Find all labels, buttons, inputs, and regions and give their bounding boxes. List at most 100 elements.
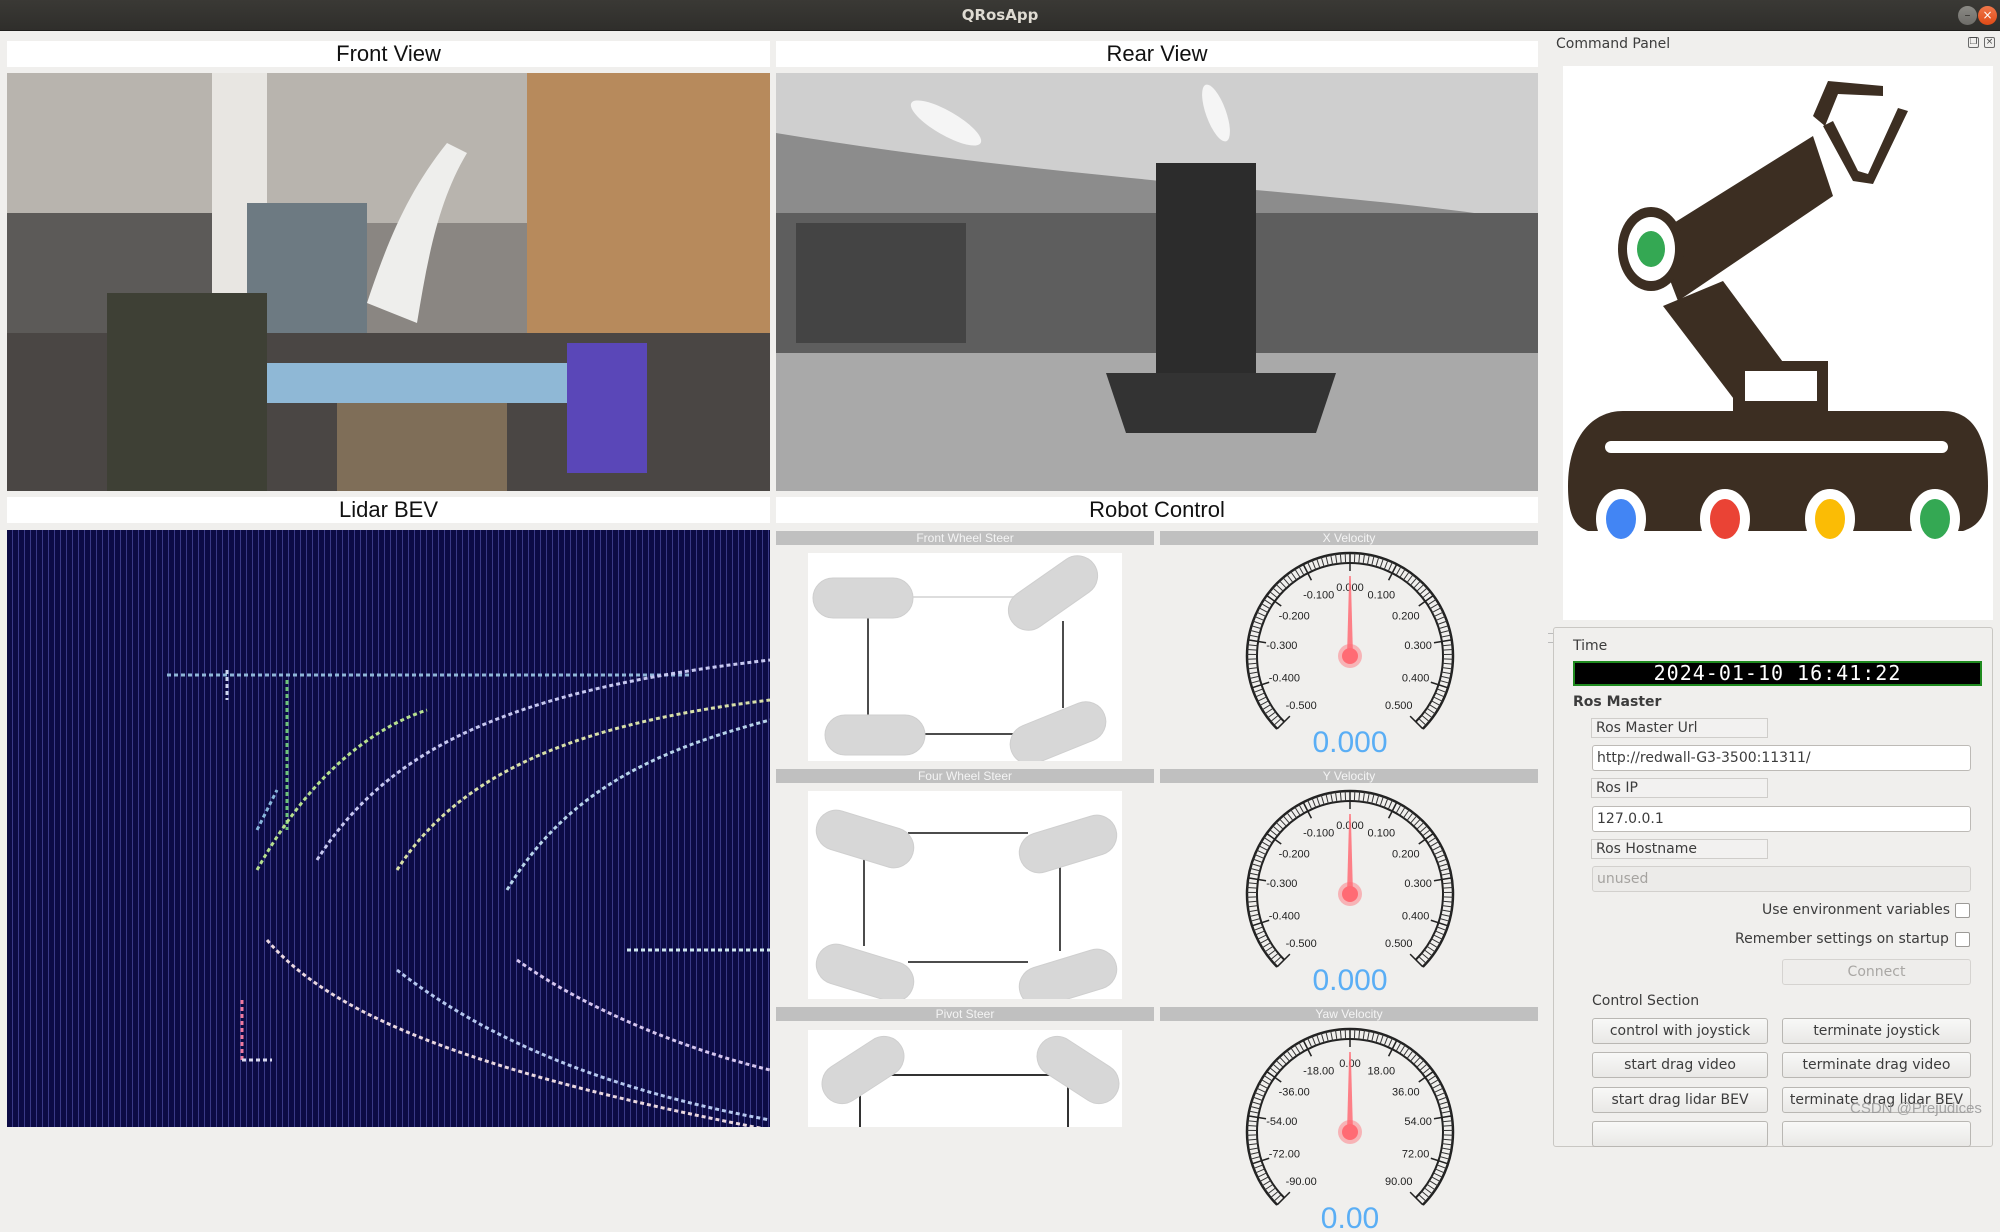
gauge-minor-tick (1442, 1148, 1452, 1150)
gauge-minor-tick (1265, 708, 1273, 714)
gauge-tick-label: 90.00 (1385, 1176, 1413, 1188)
gauge-minor-tick (1254, 1165, 1263, 1169)
y-velocity-header: Y Velocity (1160, 769, 1538, 783)
terminate-drag-video-button[interactable]: terminate drag video (1782, 1052, 1971, 1078)
remember-settings-checkbox[interactable] (1955, 932, 1970, 947)
gauge-minor-tick (1252, 864, 1262, 867)
gauge-minor-tick (1417, 584, 1424, 591)
gauge-minor-tick (1435, 693, 1444, 697)
gauge-minor-tick (1247, 650, 1257, 651)
pivot-steer-diagram[interactable] (808, 1030, 1122, 1127)
more-control-button-left[interactable] (1592, 1121, 1768, 1147)
gauge-minor-tick (1428, 599, 1436, 604)
gauge-minor-tick (1440, 1106, 1450, 1108)
gauge-minor-tick (1255, 693, 1264, 697)
ros-hostname-input[interactable]: unused (1592, 866, 1971, 892)
command-panel-title: Command Panel (1556, 36, 1670, 52)
use-env-label: Use environment variables (1762, 902, 1950, 918)
gauge-minor-tick (1326, 794, 1328, 804)
gauge-minor-tick (1432, 846, 1441, 851)
gauge-minor-tick (1422, 1191, 1430, 1197)
control-with-joystick-button[interactable]: control with joystick (1592, 1018, 1768, 1044)
gauge-minor-tick (1261, 842, 1270, 847)
gauge-minor-tick (1283, 1054, 1289, 1062)
gauge-minor-tick (1270, 1068, 1278, 1074)
more-control-button-right[interactable] (1782, 1121, 1971, 1147)
remember-settings-label: Remember settings on startup (1735, 931, 1949, 947)
gauge-minor-tick (1367, 1031, 1369, 1041)
gauge-tick-label: -0.500 (1286, 700, 1317, 712)
minimize-button[interactable]: – (1958, 6, 1977, 25)
gauge-minor-tick (1396, 805, 1401, 814)
ros-ip-input[interactable]: 127.0.0.1 (1592, 806, 1971, 832)
gauge-minor-tick (1440, 868, 1450, 870)
gauge-minor-tick (1423, 592, 1431, 598)
gauge-minor-tick (1419, 957, 1426, 964)
gauge-minor-tick (1279, 819, 1286, 826)
gauge-minor-tick (1259, 608, 1268, 613)
gauge-minor-tick (1248, 668, 1258, 669)
gauge-minor-tick (1438, 859, 1447, 862)
gauge-minor-tick (1438, 621, 1447, 624)
gauge-minor-tick (1260, 1177, 1269, 1182)
use-env-checkbox[interactable] (1955, 903, 1970, 918)
gauge-minor-tick (1434, 1088, 1443, 1092)
gauge-minor-tick (1264, 1075, 1272, 1080)
start-drag-lidar-bev-button[interactable]: start drag lidar BEV (1592, 1087, 1768, 1113)
rear-view-title: Rear View (776, 41, 1538, 67)
gauge-minor-tick (1440, 1157, 1450, 1160)
gauge-tick-label: 0.300 (1404, 878, 1432, 890)
gauge-minor-tick (1340, 553, 1341, 563)
gauge-minor-tick (1255, 617, 1264, 621)
gauge-minor-tick (1442, 910, 1452, 912)
close-panel-icon[interactable]: × (1984, 37, 1995, 48)
gauge-minor-tick (1249, 1148, 1259, 1150)
gauge-minor-tick (1312, 560, 1316, 569)
gauge-major-tick (1277, 954, 1290, 967)
gauge-minor-tick (1331, 555, 1333, 565)
gauge-tick-label: -0.300 (1266, 640, 1297, 652)
gauge-minor-tick (1299, 567, 1304, 576)
gauge-minor-tick (1248, 883, 1258, 884)
gauge-minor-tick (1261, 1080, 1270, 1085)
gauge-minor-tick (1255, 855, 1264, 859)
gauge-minor-tick (1270, 592, 1278, 598)
gauge-value-readout: 0.000 (1312, 726, 1387, 756)
terminate-joystick-button[interactable]: terminate joystick (1782, 1018, 1971, 1044)
gauge-minor-tick (1442, 1144, 1452, 1145)
gauge-minor-tick (1430, 604, 1439, 609)
gauge-minor-tick (1279, 581, 1286, 588)
front-wheel-steer-diagram[interactable] (808, 553, 1122, 761)
close-button[interactable]: × (1978, 6, 1997, 25)
gauge-tick-label: -0.100 (1303, 590, 1334, 602)
connect-button[interactable]: Connect (1782, 959, 1971, 985)
gauge-major-tick (1277, 1192, 1290, 1205)
gauge-tick-label: -0.300 (1266, 878, 1297, 890)
gauge-minor-tick (1419, 719, 1426, 726)
gauge-minor-tick (1434, 850, 1443, 854)
ros-master-url-input[interactable]: http://redwall-G3-3500:11311/ (1592, 745, 1971, 771)
gauge-minor-tick (1250, 1106, 1260, 1108)
gauge-minor-tick (1420, 588, 1428, 595)
window-titlebar: QRosApp – × (0, 0, 2000, 31)
gauge-tick-label: 0.300 (1404, 640, 1432, 652)
gauge-tick-label: 0.200 (1392, 610, 1420, 622)
gauge-minor-tick (1441, 635, 1451, 637)
gauge-tick-label: -0.100 (1303, 828, 1334, 840)
gauge-minor-tick (1380, 1035, 1383, 1044)
gauge-minor-tick (1273, 826, 1281, 833)
gauge-minor-tick (1257, 1088, 1266, 1092)
gauge-minor-tick (1312, 798, 1316, 807)
gauge-minor-tick (1431, 1177, 1440, 1182)
watermark-text: CSDN @Prejudices (1850, 1100, 1982, 1117)
gauge-minor-tick (1359, 553, 1360, 563)
gauge-minor-tick (1248, 645, 1258, 646)
float-panel-icon[interactable]: ❐ (1968, 37, 1979, 48)
start-drag-video-button[interactable]: start drag video (1592, 1052, 1768, 1078)
gauge-minor-tick (1372, 556, 1374, 566)
gauge-minor-tick (1427, 708, 1435, 714)
gauge-minor-tick (1420, 1064, 1428, 1071)
gauge-minor-tick (1321, 557, 1324, 567)
four-wheel-steer-diagram[interactable] (808, 791, 1122, 999)
ros-hostname-label: Ros Hostname (1591, 839, 1768, 859)
